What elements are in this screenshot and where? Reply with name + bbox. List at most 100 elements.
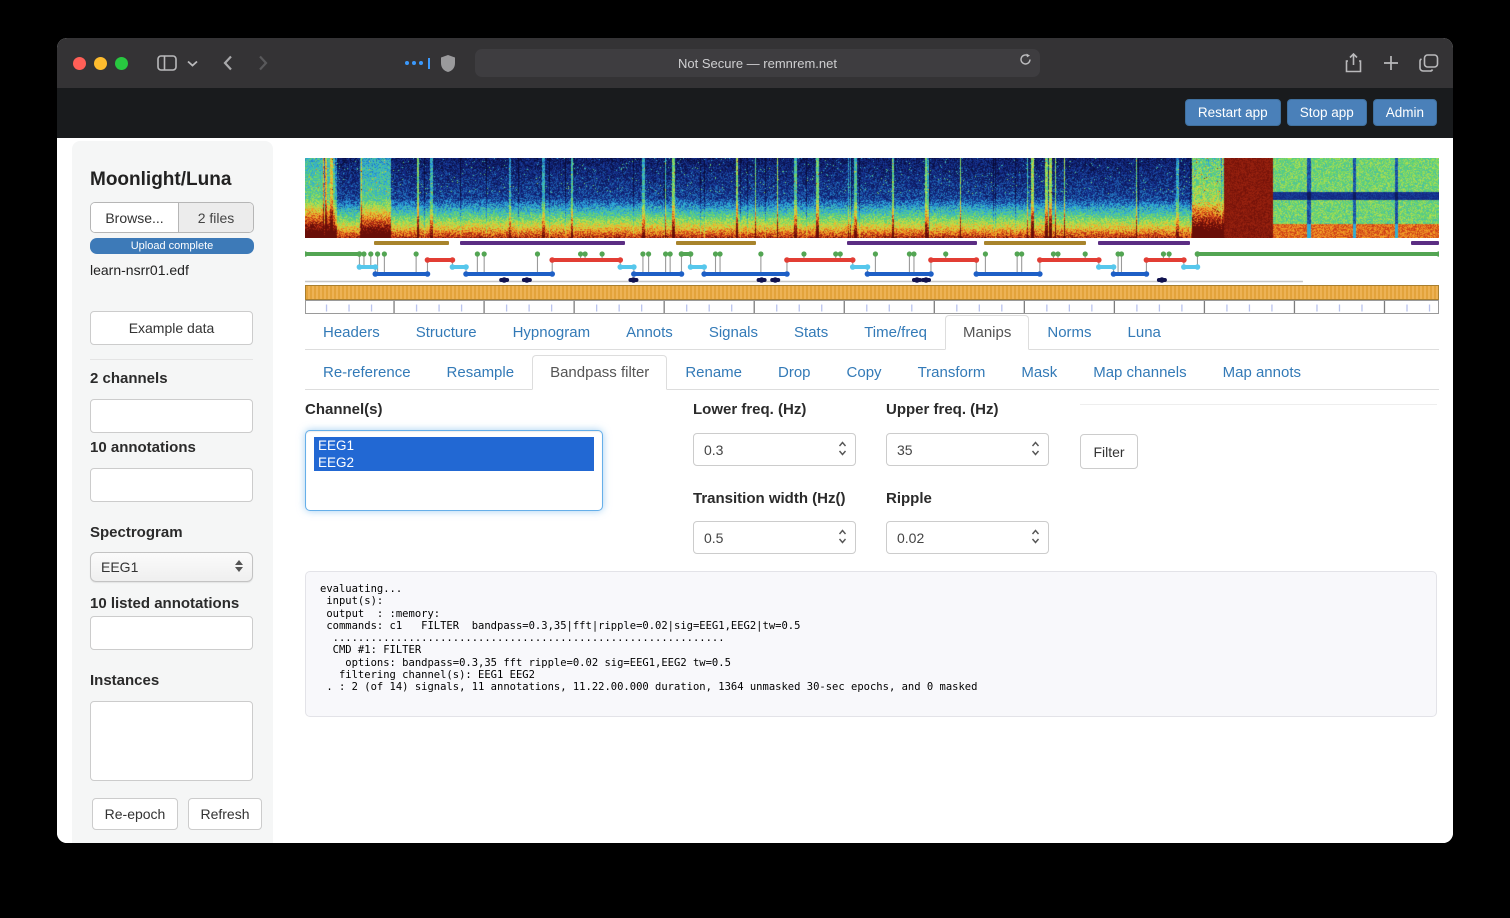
app-title: Moonlight/Luna [90,169,231,191]
upper-freq-label: Upper freq. (Hz) [886,401,999,418]
spectrogram-channel-select[interactable]: EEG1 [90,552,253,582]
filter-button[interactable]: Filter [1080,434,1138,469]
manips-subtabbar: Re-referenceResampleBandpass filterRenam… [305,355,1439,390]
re-epoch-button[interactable]: Re-epoch [92,798,178,830]
channel-option-eeg2[interactable]: EEG2 [314,454,594,471]
ripple-value: 0.02 [897,530,924,546]
example-data-button[interactable]: Example data [90,311,253,345]
instances-label: Instances [90,672,159,689]
number-stepper-icon[interactable] [838,528,847,548]
stop-app-button[interactable]: Stop app [1287,99,1367,126]
tab-luna[interactable]: Luna [1110,315,1179,350]
number-stepper-icon[interactable] [838,440,847,460]
annotation-interval-track[interactable] [305,241,1439,247]
subtab-mask[interactable]: Mask [1003,355,1075,390]
channel-listbox[interactable]: EEG1EEG2 [305,430,603,511]
browser-chrome: Not Secure — remnrem.net [57,38,1453,88]
annotation-bar-purple[interactable] [460,241,624,245]
lower-freq-input[interactable]: 0.3 [693,433,856,466]
tab-overview-icon[interactable] [1419,38,1439,88]
tab-stats[interactable]: Stats [776,315,846,350]
back-icon[interactable] [223,38,233,88]
address-bar[interactable]: Not Secure — remnrem.net [475,49,1040,77]
number-stepper-icon[interactable] [1031,440,1040,460]
annotation-bar-brown[interactable] [676,241,757,245]
listed-annotations-label: 10 listed annotations [90,595,239,612]
minimize-window-icon[interactable] [94,57,107,70]
ripple-input[interactable]: 0.02 [886,521,1049,554]
hypnogram-track[interactable] [305,248,1439,284]
privacy-shield-icon[interactable] [440,38,456,88]
transition-width-value: 0.5 [704,530,723,546]
upper-freq-value: 35 [897,442,913,458]
subtab-re-reference[interactable]: Re-reference [305,355,429,390]
annotation-bar-purple[interactable] [847,241,977,245]
spectrogram-image[interactable] [305,158,1439,238]
forward-icon[interactable] [258,38,268,88]
subtab-bandpass-filter[interactable]: Bandpass filter [532,355,667,390]
tab-time-freq[interactable]: Time/freq [846,315,945,350]
tab-group-dots-icon[interactable] [405,38,430,88]
app-header: Restart app Stop app Admin [57,88,1453,138]
main-panel: HeadersStructureHypnogramAnnotsSignalsSt… [305,138,1439,843]
annotation-bar-brown[interactable] [984,241,1086,245]
listed-annotations-input[interactable] [90,616,253,650]
browse-button[interactable]: Browse... [91,203,179,232]
refresh-button[interactable]: Refresh [188,798,262,830]
tab-headers[interactable]: Headers [305,315,398,350]
restart-app-button[interactable]: Restart app [1185,99,1281,126]
tab-manips[interactable]: Manips [945,315,1029,350]
reload-icon[interactable] [1019,53,1032,70]
channels-count-label: 2 channels [90,370,168,387]
traffic-lights[interactable] [73,57,128,70]
ripple-label: Ripple [886,490,932,507]
files-count-label: 2 files [179,203,253,232]
share-icon[interactable] [1345,38,1362,88]
upload-progress-bar: Upload complete [90,238,254,254]
subtab-rename[interactable]: Rename [667,355,760,390]
subtab-map-channels[interactable]: Map channels [1075,355,1204,390]
channels-select-input[interactable] [90,399,253,433]
tab-norms[interactable]: Norms [1029,315,1109,350]
sidebar-toggle-icon[interactable] [157,38,177,88]
transition-width-label: Transition width (Hz() [693,490,845,507]
sidebar-divider [90,359,253,360]
instances-listbox[interactable] [90,701,253,781]
transition-width-input[interactable]: 0.5 [693,521,856,554]
epoch-mask-strip[interactable] [305,285,1439,300]
number-stepper-icon[interactable] [1031,528,1040,548]
subtab-drop[interactable]: Drop [760,355,829,390]
tab-signals[interactable]: Signals [691,315,776,350]
chevron-down-icon[interactable] [187,38,198,88]
tab-annots[interactable]: Annots [608,315,691,350]
tab-hypnogram[interactable]: Hypnogram [495,315,609,350]
new-tab-icon[interactable] [1383,38,1399,88]
subtab-copy[interactable]: Copy [829,355,900,390]
upper-freq-input[interactable]: 35 [886,433,1049,466]
annotation-bar-purple[interactable] [1098,241,1190,245]
select-stepper-icon [235,560,243,572]
spectrogram-label: Spectrogram [90,524,183,541]
file-upload-control[interactable]: Browse... 2 files [90,202,254,233]
subtab-map-annots[interactable]: Map annots [1205,355,1319,390]
close-window-icon[interactable] [73,57,86,70]
sidebar: Moonlight/Luna Browse... 2 files Upload … [72,141,273,843]
page-content: Moonlight/Luna Browse... 2 files Upload … [57,138,1453,843]
lower-freq-value: 0.3 [704,442,723,458]
tab-structure[interactable]: Structure [398,315,495,350]
spectrogram-channel-value: EEG1 [101,559,138,575]
channel-option-eeg1[interactable]: EEG1 [314,437,594,454]
subtab-transform[interactable]: Transform [900,355,1004,390]
annotation-bar-brown[interactable] [374,241,449,245]
browser-window: Not Secure — remnrem.net Restart app Sto… [57,38,1453,843]
annotation-bar-purple[interactable] [1411,241,1439,245]
zoom-window-icon[interactable] [115,57,128,70]
form-divider [1080,404,1437,405]
command-output-console: evaluating... input(s): output : :memory… [305,571,1437,717]
upload-status-text: Upload complete [131,240,214,252]
time-ruler[interactable] [305,300,1439,314]
annotations-select-input[interactable] [90,468,253,502]
admin-button[interactable]: Admin [1373,99,1437,126]
subtab-resample[interactable]: Resample [429,355,533,390]
lower-freq-label: Lower freq. (Hz) [693,401,806,418]
